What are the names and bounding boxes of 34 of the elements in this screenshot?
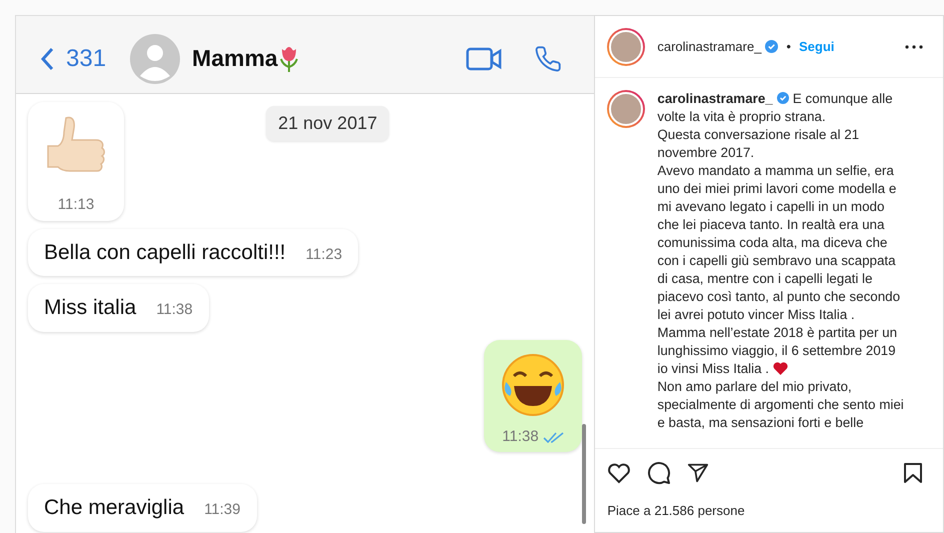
username[interactable]: carolinastramare_ (657, 36, 762, 56)
back-count[interactable]: 331 (66, 40, 106, 76)
message-text: Miss italia (44, 295, 136, 321)
profile-avatar[interactable] (607, 28, 646, 66)
likes-count[interactable]: Piace a 21.586 persone (607, 500, 931, 520)
message-time: 11:38 (502, 426, 539, 446)
message-time: 11:38 (156, 300, 193, 320)
phone-icon[interactable] (534, 44, 562, 72)
caption-text: carolinastramare_ E comunque alle volte la vita è proprio strana. (657, 90, 894, 126)
message-time: 11:23 (306, 244, 342, 264)
comment-icon[interactable] (647, 460, 672, 484)
profile-avatar[interactable] (607, 90, 646, 128)
tulip-icon (278, 44, 300, 72)
caption-text: Mamma nell’estate 2018 è partita per un lunghissimo viaggio, il 6 settembre 2019 io vinsi Miss Italia . (657, 324, 898, 378)
caption-text: Non amo parlare del mio privato, specialmente di argomenti che sento miei e basta, ma sensazioni forti e belle (657, 378, 905, 432)
scrollbar[interactable] (582, 424, 586, 524)
contact-name: Mamma (192, 44, 278, 74)
avatar-silhouette-icon (130, 34, 180, 84)
bookmark-icon[interactable] (903, 462, 923, 484)
message-text: Che meraviglia (44, 495, 184, 521)
caption-text: Questa conversazione risale al 21 novembre 2017. (657, 126, 860, 162)
back-chevron-icon[interactable] (40, 46, 54, 70)
send-icon[interactable] (687, 462, 710, 484)
message-text: Bella con capelli raccolti!!! (44, 240, 286, 266)
like-heart-icon[interactable] (607, 462, 632, 484)
caption-text: Avevo mandato a mamma un selfie, era uno dei miei primi lavori come modella e mi avevano legato i capelli in un modo che lei piaceva tanto. In realtà era una comunissima coda alta, ma diceva che con i capelli giù sembravo una scappata di casa, mentre con i capelli legati le piacevo così tanto, al punto che secondo lei avrei potuto vincer Miss Italia . (657, 162, 902, 324)
message-time: 11:13 (58, 195, 94, 215)
more-options-icon[interactable] (905, 44, 923, 48)
video-camera-icon[interactable] (466, 46, 502, 70)
date-chip: 21 nov 2017 (266, 106, 390, 141)
caption-username[interactable]: carolinastramare_ (657, 91, 773, 106)
laughing-face-icon (500, 352, 566, 418)
separator-dot: • (786, 38, 791, 56)
message-time: 11:39 (204, 500, 240, 520)
